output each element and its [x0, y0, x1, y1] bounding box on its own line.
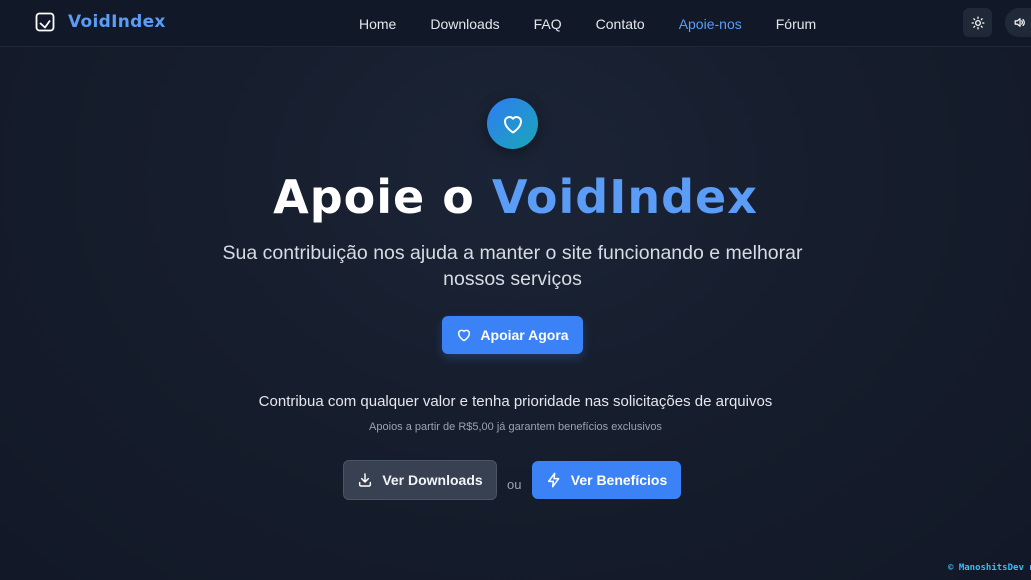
- inbox-icon: [35, 12, 55, 32]
- hero-subtitle: Sua contribuição nos ajuda a manter o si…: [222, 242, 803, 290]
- support-now-label: Apoiar Agora: [480, 327, 569, 343]
- brand-name: VoidIndex: [68, 12, 166, 32]
- view-downloads-button[interactable]: Ver Downloads: [343, 460, 497, 500]
- heart-icon: [501, 112, 525, 136]
- contribution-note: Apoios a partir de R$5,00 já garantem be…: [369, 421, 662, 433]
- nav-apoie-nos[interactable]: Apoie-nos: [679, 16, 742, 32]
- hero-badge: [487, 98, 538, 149]
- top-navbar: VoidIndex Home Downloads FAQ Contato Apo…: [0, 0, 1031, 47]
- view-benefits-button[interactable]: Ver Benefícios: [532, 461, 681, 499]
- title-main: Apoie o: [273, 170, 492, 224]
- support-now-button[interactable]: Apoiar Agora: [442, 316, 583, 354]
- volume-icon: [1013, 16, 1026, 29]
- nav-home[interactable]: Home: [359, 16, 396, 32]
- sound-toggle-button[interactable]: [1005, 8, 1031, 37]
- footer-credit: © ManoshitsDev n: [948, 563, 1031, 573]
- nav-faq[interactable]: FAQ: [534, 16, 562, 32]
- view-benefits-label: Ver Benefícios: [570, 472, 668, 488]
- heart-icon: [456, 327, 472, 343]
- lightning-icon: [546, 472, 562, 488]
- main-nav: Home Downloads FAQ Contato Apoie-nos Fór…: [359, 0, 850, 47]
- theme-toggle-button[interactable]: [963, 8, 992, 37]
- title-accent: VoidIndex: [491, 170, 758, 224]
- view-downloads-label: Ver Downloads: [382, 472, 483, 488]
- contribution-text: Contribua com qualquer valor e tenha pri…: [258, 393, 773, 410]
- nav-forum[interactable]: Fórum: [776, 16, 816, 32]
- page: VoidIndex Home Downloads FAQ Contato Apo…: [0, 0, 1031, 580]
- brand-logo[interactable]: VoidIndex: [35, 12, 166, 32]
- sun-icon: [971, 16, 985, 30]
- nav-downloads[interactable]: Downloads: [430, 16, 499, 32]
- page-title: Apoie o VoidIndex: [0, 170, 1031, 224]
- nav-contato[interactable]: Contato: [596, 16, 645, 32]
- download-icon: [357, 472, 373, 488]
- or-separator: ou: [507, 477, 522, 492]
